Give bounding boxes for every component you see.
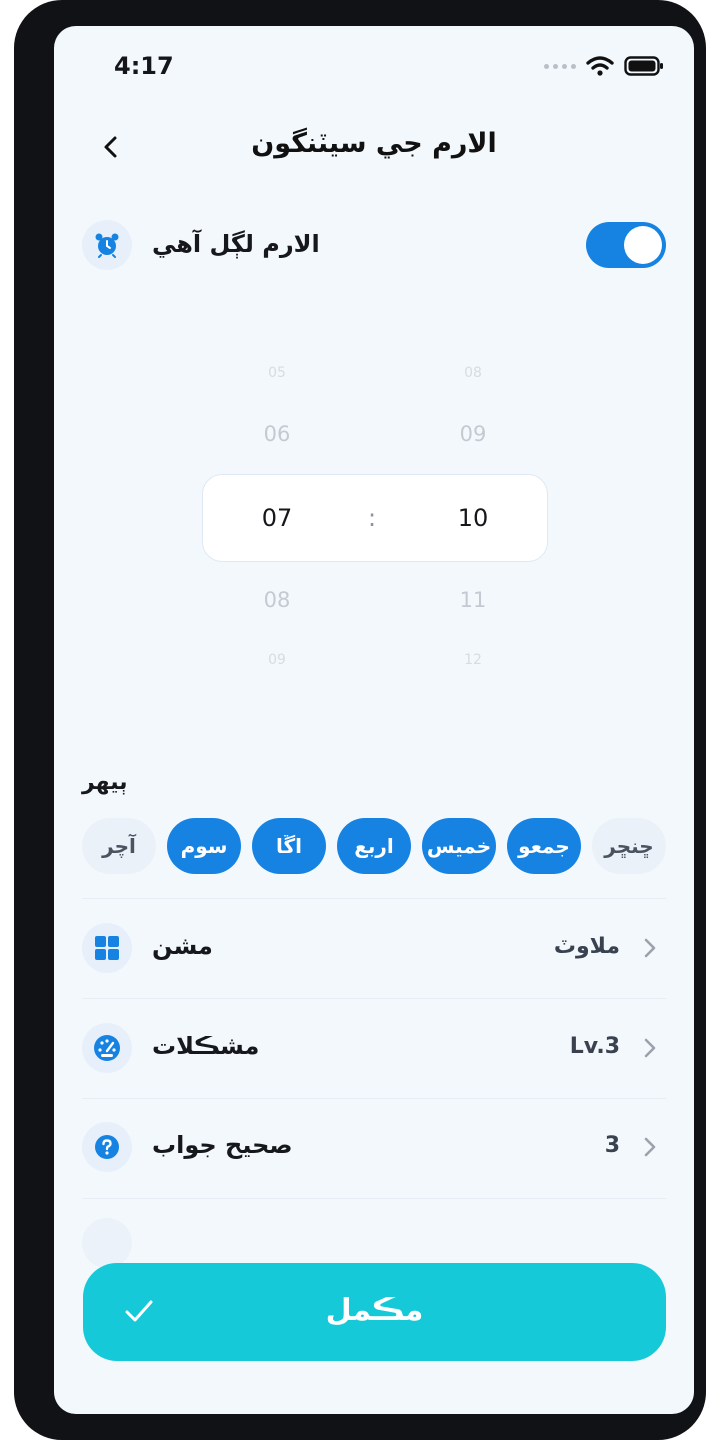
minute-option[interactable]: 08: [413, 365, 533, 381]
divider: [82, 1198, 666, 1199]
selected-minute[interactable]: 10: [413, 504, 533, 532]
divider: [82, 1098, 666, 1099]
day-chip-thursday[interactable]: خميس: [422, 818, 496, 874]
partial-row-icon: [82, 1218, 132, 1268]
day-chip-sunday[interactable]: آچر: [82, 818, 156, 874]
chevron-icon: [644, 1137, 656, 1157]
hour-option[interactable]: 08: [217, 588, 337, 612]
day-chip-tuesday[interactable]: اڱا: [252, 818, 326, 874]
day-chip-saturday[interactable]: ڇنڇر: [592, 818, 666, 874]
divider: [82, 998, 666, 999]
done-button[interactable]: مڪمل: [83, 1263, 666, 1361]
chevron-icon: [644, 938, 656, 958]
alarm-toggle-label: الارم لڳل آهي: [152, 230, 320, 258]
done-button-label: مڪمل: [325, 1293, 424, 1328]
mission-value: ملاوٽ: [553, 934, 620, 959]
screen: 4:17 الارم جي سيٽنگون الارم لڳل آهي 05 0…: [54, 26, 694, 1414]
signal-icon: [544, 63, 576, 69]
selected-hour[interactable]: 07: [217, 504, 337, 532]
hour-option[interactable]: 09: [217, 652, 337, 668]
question-icon: [82, 1122, 132, 1172]
hour-option[interactable]: 05: [217, 365, 337, 381]
time-separator: :: [368, 504, 377, 532]
minute-option[interactable]: 12: [413, 652, 533, 668]
minute-option[interactable]: 09: [413, 422, 533, 446]
alarm-clock-icon: [82, 220, 132, 270]
alarm-toggle[interactable]: [586, 222, 666, 268]
day-chip-monday[interactable]: سوم: [167, 818, 241, 874]
hour-option[interactable]: 06: [217, 422, 337, 446]
correct-answers-value: 3: [604, 1133, 620, 1158]
correct-answers-label: صحيح جواب: [152, 1131, 293, 1159]
day-chip-wednesday[interactable]: اربع: [337, 818, 411, 874]
difficulty-label: مشڪلات: [152, 1032, 260, 1060]
wifi-icon: [586, 56, 614, 76]
device-frame: 4:17 الارم جي سيٽنگون الارم لڳل آهي 05 0…: [14, 0, 706, 1440]
chevron-icon: [644, 1038, 656, 1058]
minute-option[interactable]: 11: [413, 588, 533, 612]
battery-icon: [624, 56, 663, 76]
toggle-knob: [624, 226, 662, 264]
mission-label: مشن: [152, 932, 213, 960]
page-title: الارم جي سيٽنگون: [251, 128, 497, 159]
correct-answers-row[interactable]: صحيح جواب 3: [54, 1117, 694, 1177]
status-time: 4:17: [114, 52, 174, 80]
difficulty-value: Lv.3: [569, 1034, 620, 1059]
difficulty-row[interactable]: مشڪلات Lv.3: [54, 1018, 694, 1078]
gauge-icon: [82, 1023, 132, 1073]
day-chip-friday[interactable]: جمعو: [507, 818, 581, 874]
grid-icon: [82, 923, 132, 973]
mission-row[interactable]: مشن ملاوٽ: [54, 918, 694, 978]
divider: [82, 898, 666, 899]
status-icons: [544, 56, 664, 76]
repeat-title: ٻيهر: [82, 770, 128, 795]
